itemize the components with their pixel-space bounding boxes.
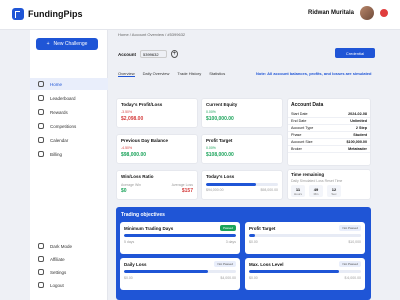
sidebar-item-affiliate[interactable]: Affiliate	[30, 253, 108, 265]
objective-right-value: 3 days	[225, 239, 236, 244]
sidebar-item-home[interactable]: Home	[30, 78, 108, 90]
objective-left-value: $0.00	[124, 275, 133, 280]
time-remaining-card: Time remaining Daily Simulated Loss Rese…	[287, 169, 371, 200]
win-loss-card: Win/Loss Ratio Average Win Average Loss …	[116, 170, 198, 200]
account-select[interactable]: 5399632	[140, 50, 167, 58]
sidebar-item-calendar[interactable]: Calendar	[30, 134, 108, 146]
objective-title: Profit Target	[249, 225, 276, 231]
brand-logo[interactable]: FundingPips	[12, 8, 83, 20]
tab-trade-history[interactable]: Trade History	[177, 71, 201, 77]
account-data-row: Account Size $100,000.00	[288, 139, 370, 146]
sidebar-item-settings[interactable]: Settings	[30, 266, 108, 278]
objective-status-badge: Not Passed	[214, 261, 236, 267]
plus-icon: +	[46, 41, 50, 47]
objective-status-badge: Not Passed	[339, 261, 361, 267]
account-label: Account	[118, 51, 136, 57]
notification-icon[interactable]	[380, 9, 388, 17]
account-data-value: Student	[353, 133, 367, 137]
sidebar-item-rewards[interactable]: Rewards	[30, 106, 108, 118]
profit-loss-card: Today's Profit/Loss -3.50% $2,098.00	[116, 98, 198, 128]
home-icon	[38, 81, 44, 87]
account-data-value: Unlimited	[350, 119, 367, 123]
logout-icon	[38, 282, 44, 288]
account-data-row: End Date Unlimited	[288, 118, 370, 125]
sidebar-item-dark-mode[interactable]: Dark Mode	[30, 240, 108, 252]
user-menu[interactable]: Ridwan Muritala	[308, 6, 388, 20]
credential-button[interactable]: Credential	[335, 48, 375, 58]
moon-icon	[38, 243, 44, 249]
sidebar-item-logout[interactable]: Logout	[30, 279, 108, 291]
sidebar-item-competitions[interactable]: Competitions	[30, 120, 108, 132]
account-data-key: Broker	[291, 147, 302, 151]
tab-daily-overview[interactable]: Daily Overview	[143, 71, 170, 77]
add-account-button[interactable]: +	[170, 50, 178, 58]
account-data-value: $100,000.00	[346, 140, 367, 144]
current-equity-card: Current Equity 0.00% $100,000.00	[201, 98, 283, 128]
account-data-value: 2024-02-08	[348, 112, 367, 116]
objective-title: Max. Loss Level	[249, 261, 284, 267]
tab-statistics[interactable]: Statistics	[209, 71, 225, 77]
account-data-key: End Date	[291, 119, 307, 123]
account-data-row: Start Date 2024-02-08	[288, 111, 370, 118]
trophy-icon	[38, 123, 44, 129]
objective-progress-bar	[124, 270, 236, 273]
objective-right-value: $ 6,000.00	[344, 275, 361, 280]
objective-left-value: 5 days	[124, 239, 135, 244]
account-data-value: 2 Step	[355, 126, 367, 130]
account-selector[interactable]: Account 5399632 +	[118, 49, 178, 59]
objective-title: Minimum Trading Days	[124, 225, 174, 231]
calendar-icon	[38, 137, 44, 143]
sidebar-item-leaderboard[interactable]: Leaderboard	[30, 92, 108, 104]
simulated-note: Note: All account balances, profits, and…	[256, 71, 372, 76]
account-data-value: Metatrader	[348, 147, 367, 151]
affiliate-icon	[38, 256, 44, 262]
gear-icon	[38, 269, 44, 275]
minutes-box: 49 Min	[309, 185, 323, 197]
hours-box: 11 Hours	[291, 185, 305, 197]
objective-progress-bar	[124, 234, 236, 237]
account-data-row: Phase Student	[288, 132, 370, 139]
breadcrumb[interactable]: Home / Account Overview / #5399632	[118, 32, 185, 37]
seconds-box: 12 Sec	[327, 185, 341, 197]
objective-card: Profit Target Not Passed $0.00 $10,000	[245, 222, 365, 254]
avatar[interactable]	[360, 6, 374, 20]
account-data-key: Phase	[291, 133, 302, 137]
objective-left-value: $0.00	[249, 239, 258, 244]
logo-icon	[12, 8, 24, 20]
account-data-key: Account Size	[291, 140, 313, 144]
objective-right-value: $4,000.00	[220, 275, 236, 280]
prev-balance-card: Previous Day Balance -4.50% $98,000.00	[116, 134, 198, 164]
tab-overview[interactable]: Overview	[118, 71, 135, 77]
leaderboard-icon	[38, 95, 44, 101]
todays-loss-bar	[206, 183, 278, 186]
objective-status-badge: Passed	[219, 225, 236, 231]
rewards-icon	[38, 109, 44, 115]
account-data-key: Start Date	[291, 112, 308, 116]
account-data-list: Start Date 2024-02-08 End Date Unlimited Acc…	[288, 111, 370, 153]
account-data-row: Account Type 2 Step	[288, 125, 370, 132]
sidebar-item-billing[interactable]: Billing	[30, 148, 108, 160]
new-challenge-button[interactable]: + New Challenge	[36, 38, 98, 50]
account-data-row: Broker Metatrader	[288, 146, 370, 153]
objective-progress-bar	[249, 270, 361, 273]
objective-card: Daily Loss Not Passed $0.00 $4,000.00	[120, 258, 240, 290]
objective-progress-bar	[249, 234, 361, 237]
user-name: Ridwan Muritala	[307, 10, 354, 16]
account-data-card: Account Data Start Date 2024-02-08 End Dat…	[287, 98, 371, 166]
account-data-key: Account Type	[291, 126, 314, 130]
profit-target-card: Profit Target 0.00% $108,000.00	[201, 134, 283, 164]
billing-icon	[38, 151, 44, 157]
brand-name: FundingPips	[28, 9, 83, 19]
objective-left-value: $0.00	[249, 275, 258, 280]
todays-loss-card: Today's Loss $94,000.00 $98,000.00	[201, 170, 283, 200]
objective-right-value: $10,000	[348, 239, 361, 244]
objective-status-badge: Not Passed	[339, 225, 361, 231]
objective-title: Daily Loss	[124, 261, 147, 267]
tabs: Overview Daily Overview Trade History St…	[118, 71, 225, 77]
objective-card: Minimum Trading Days Passed 5 days 3 days	[120, 222, 240, 254]
objective-card: Max. Loss Level Not Passed $0.00 $ 6,000.00	[245, 258, 365, 290]
